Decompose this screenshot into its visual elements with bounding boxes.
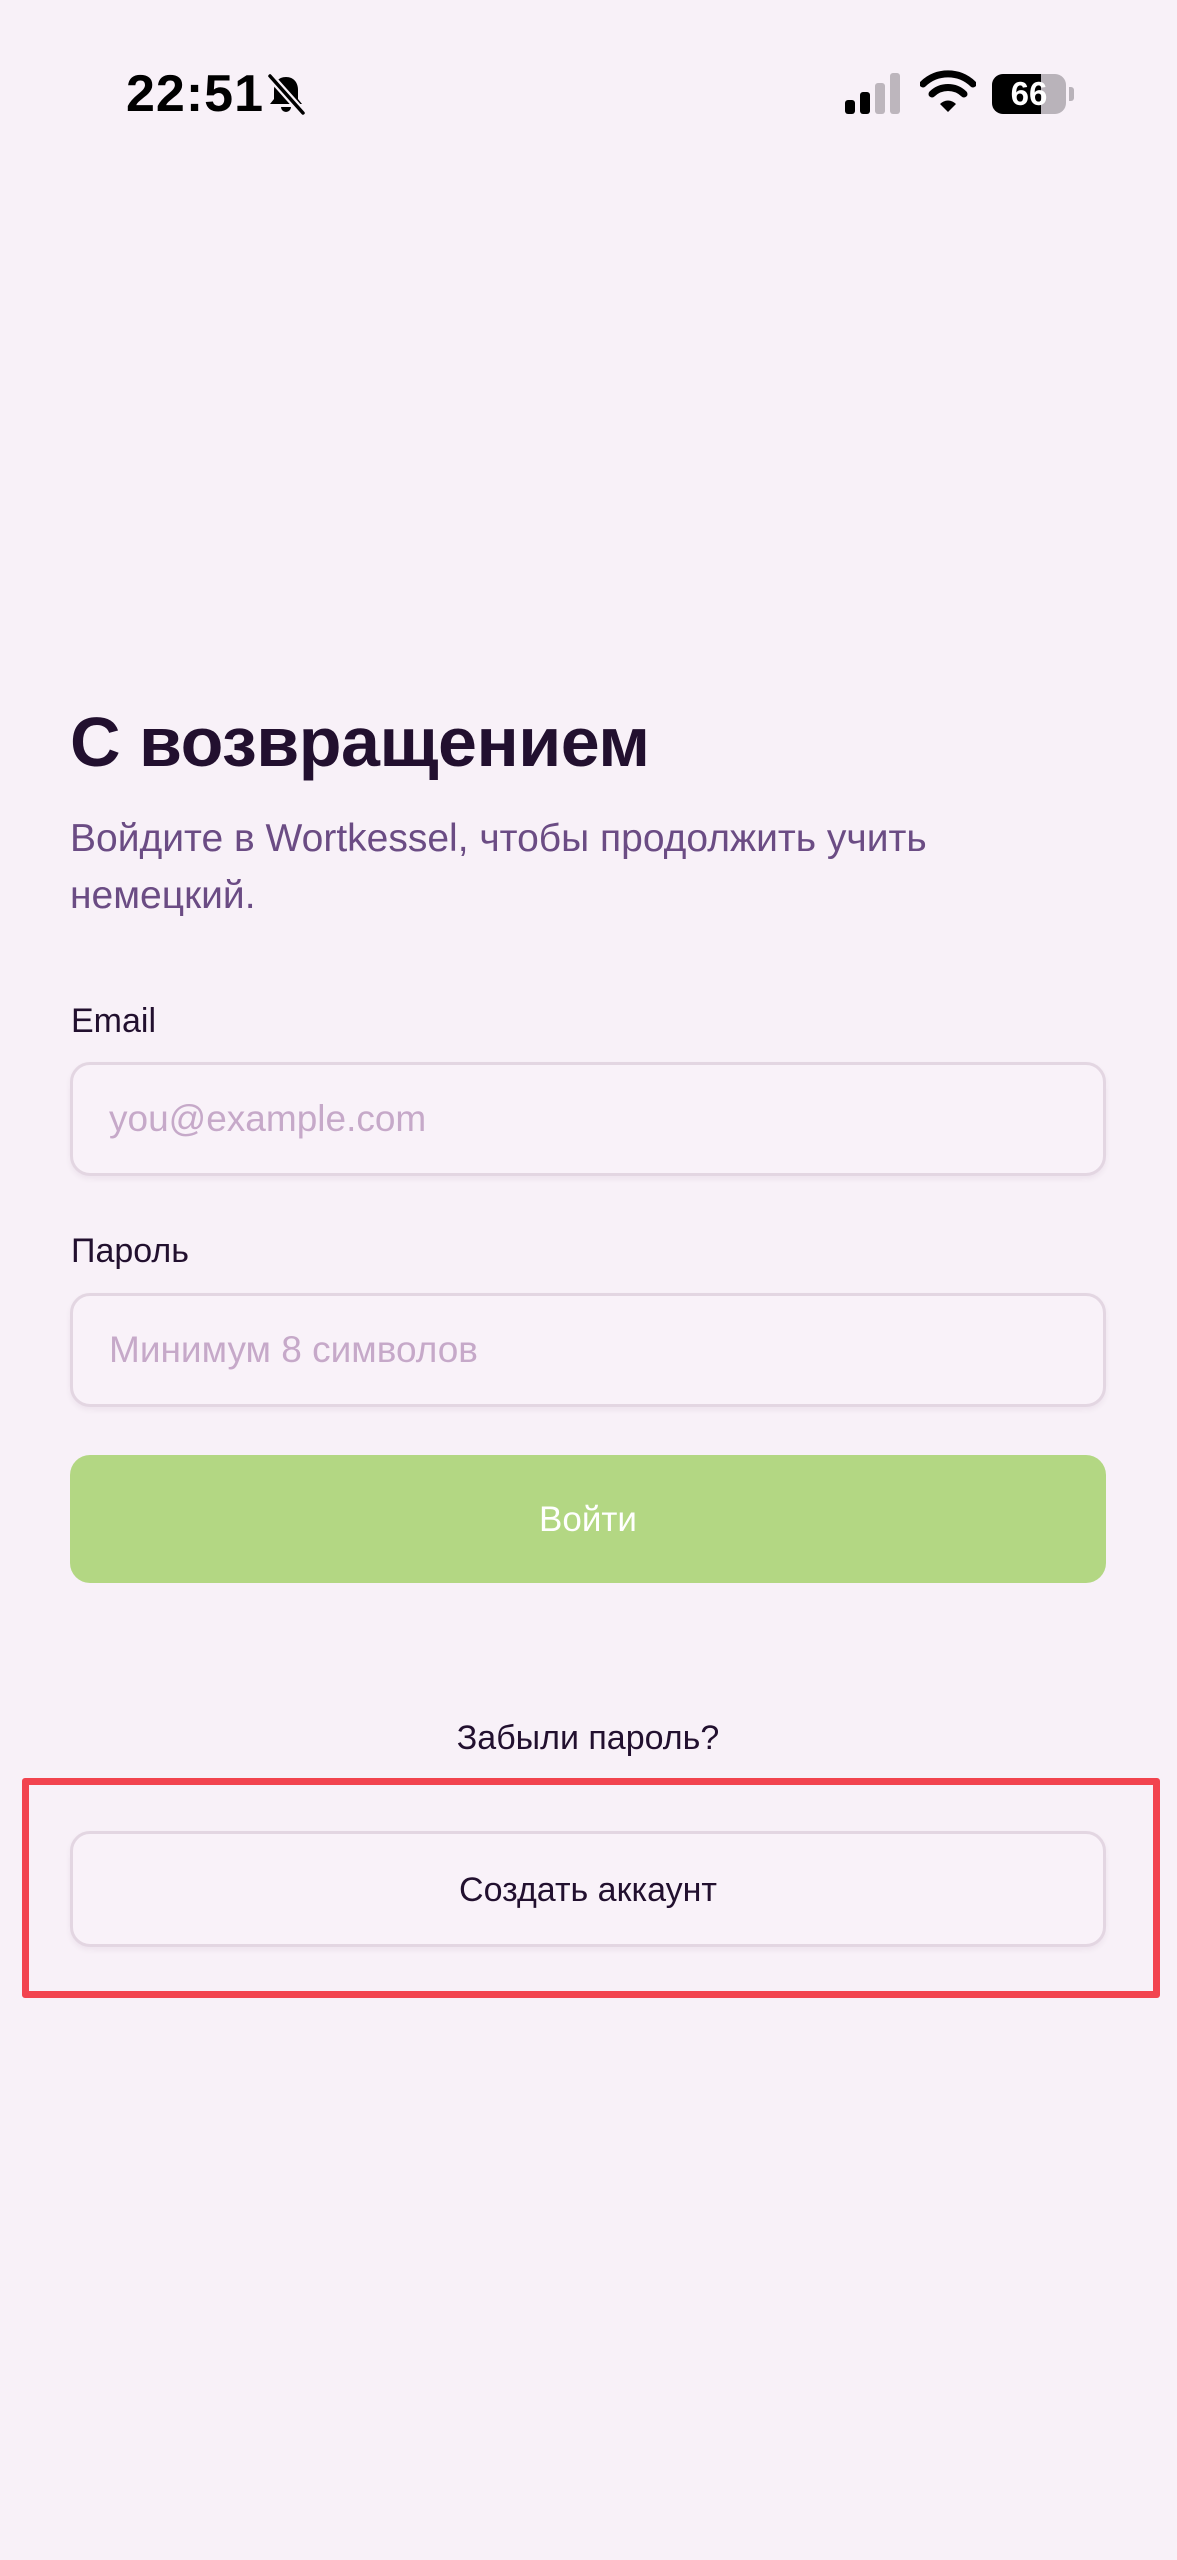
battery-level: 66 <box>1010 75 1048 112</box>
battery-body: 66 <box>992 74 1066 114</box>
page-title: С возвращением <box>70 703 650 781</box>
create-account-button[interactable]: Создать аккаунт <box>70 1831 1106 1947</box>
password-label: Пароль <box>71 1232 189 1270</box>
page-subtitle: Войдите в Wortkessel, чтобы продолжить у… <box>70 817 927 917</box>
password-field[interactable] <box>70 1293 1106 1407</box>
battery-icon: 66 <box>992 74 1074 114</box>
status-bar: 22:51 66 <box>0 0 1177 190</box>
status-time: 22:51 <box>126 65 264 123</box>
cellular-signal-icon <box>845 73 900 114</box>
email-field[interactable] <box>70 1062 1106 1176</box>
bell-slash-icon <box>266 72 307 116</box>
battery-tip <box>1069 87 1074 101</box>
wifi-icon <box>920 70 976 112</box>
email-label: Email <box>71 1002 157 1040</box>
login-button[interactable]: Войти <box>70 1455 1106 1583</box>
forgot-password-link[interactable]: Забыли пароль? <box>70 1716 1106 1760</box>
